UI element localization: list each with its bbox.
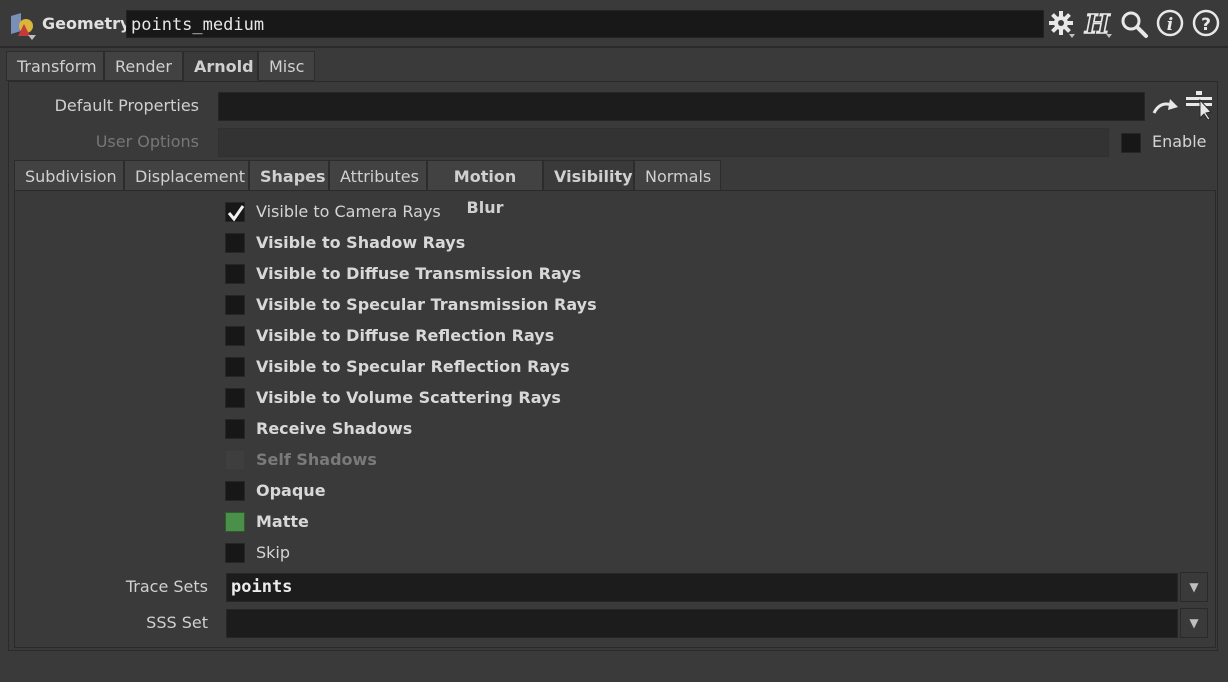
tab-misc[interactable]: Misc (258, 51, 315, 81)
skip-checkbox[interactable] (225, 543, 245, 563)
matte-checkbox[interactable] (225, 512, 245, 532)
jump-arrow-icon[interactable] (1150, 93, 1180, 121)
diffuse-reflection-checkbox[interactable] (225, 326, 245, 346)
receive-shadows-label: Receive Shadows (256, 419, 413, 438)
info-icon[interactable]: i (1154, 8, 1186, 40)
user-options-field (218, 128, 1109, 157)
help-icon[interactable]: ? (1190, 8, 1222, 40)
svg-text:H: H (1084, 10, 1111, 40)
default-properties-field[interactable] (218, 92, 1145, 121)
tab-shapes[interactable]: Shapes (249, 160, 329, 191)
diffuse-transmission-checkbox[interactable] (225, 264, 245, 284)
shadow-rays-checkbox[interactable] (225, 233, 245, 253)
volume-scattering-checkbox[interactable] (225, 388, 245, 408)
tab-transform[interactable]: Transform (6, 51, 104, 81)
enable-checkbox[interactable] (1121, 133, 1141, 153)
skip-label: Skip (256, 543, 291, 562)
sss-set-field[interactable] (226, 609, 1178, 638)
receive-shadows-checkbox[interactable] (225, 419, 245, 439)
user-options-label: User Options (95, 132, 199, 151)
search-icon[interactable] (1118, 8, 1150, 40)
tab-motion-blur[interactable]: Motion Blur (427, 160, 543, 217)
sss-set-label: SSS Set (146, 613, 208, 632)
sss-set-dropdown-button[interactable]: ▼ (1180, 608, 1208, 638)
camera-rays-checkbox[interactable] (225, 202, 245, 222)
chevron-down-icon: ▼ (1189, 616, 1199, 630)
trace-sets-label: Trace Sets (125, 577, 208, 596)
self-shadows-checkbox (225, 450, 245, 470)
gear-icon[interactable] (1045, 8, 1077, 40)
tab-displacement[interactable]: Displacement (124, 160, 249, 191)
camera-rays-label: Visible to Camera Rays (256, 202, 441, 221)
self-shadows-label: Self Shadows (256, 450, 377, 469)
specular-reflection-checkbox[interactable] (225, 357, 245, 377)
tab-subdivision[interactable]: Subdivision (14, 160, 124, 191)
tab-arnold[interactable]: Arnold (183, 51, 258, 81)
chevron-down-icon: ▼ (1189, 580, 1199, 594)
presets-icon[interactable] (1184, 90, 1216, 122)
volume-scattering-label: Visible to Volume Scattering Rays (256, 388, 561, 407)
matte-label: Matte (256, 512, 309, 531)
checkmark-icon (227, 205, 245, 222)
specular-transmission-label: Visible to Specular Transmission Rays (256, 295, 597, 314)
node-type-label: Geometry (42, 14, 131, 33)
tab-attributes[interactable]: Attributes (329, 160, 427, 191)
diffuse-transmission-label: Visible to Diffuse Transmission Rays (256, 264, 582, 283)
node-name-field[interactable]: points_medium (126, 10, 1044, 38)
enable-label: Enable (1152, 132, 1207, 151)
svg-text:i: i (1167, 15, 1173, 35)
default-properties-label: Default Properties (54, 96, 199, 115)
svg-text:?: ? (1201, 15, 1211, 35)
trace-sets-field[interactable]: points (226, 573, 1178, 602)
tab-normals[interactable]: Normals (634, 160, 721, 191)
node-type-icon[interactable] (8, 10, 38, 40)
diffuse-reflection-label: Visible to Diffuse Reflection Rays (256, 326, 555, 345)
specular-reflection-label: Visible to Specular Reflection Rays (256, 357, 570, 376)
houdini-h-icon[interactable]: H (1082, 8, 1114, 41)
opaque-checkbox[interactable] (225, 481, 245, 501)
shadow-rays-label: Visible to Shadow Rays (256, 233, 466, 252)
opaque-label: Opaque (256, 481, 326, 500)
trace-sets-dropdown-button[interactable]: ▼ (1180, 572, 1208, 602)
specular-transmission-checkbox[interactable] (225, 295, 245, 315)
tab-render[interactable]: Render (104, 51, 183, 81)
tab-visibility[interactable]: Visibility (543, 160, 634, 191)
